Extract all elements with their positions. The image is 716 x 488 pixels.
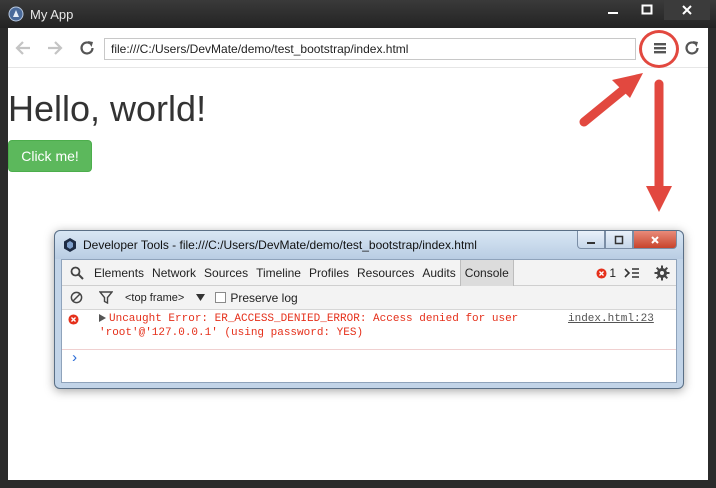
close-icon bbox=[651, 235, 659, 244]
console-prompt[interactable]: › bbox=[62, 350, 676, 370]
app-title: My App bbox=[30, 7, 74, 22]
tab-resources[interactable]: Resources bbox=[353, 260, 418, 286]
clear-icon bbox=[70, 291, 83, 304]
error-icon bbox=[596, 267, 607, 279]
devtools-title: Developer Tools - file:///C:/Users/DevMa… bbox=[83, 238, 477, 252]
frame-select[interactable]: <top frame> bbox=[125, 292, 184, 304]
forward-button[interactable] bbox=[44, 37, 66, 59]
error-text-line1: Uncaught Error: ER_ACCESS_DENIED_ERROR: … bbox=[109, 313, 519, 325]
console-error-message: Uncaught Error: ER_ACCESS_DENIED_ERROR: … bbox=[62, 310, 676, 350]
minimize-icon bbox=[608, 12, 618, 14]
maximize-icon bbox=[641, 4, 653, 15]
maximize-button[interactable] bbox=[630, 0, 664, 20]
page-heading: Hello, world! bbox=[8, 88, 207, 129]
highlight-circle bbox=[639, 30, 679, 68]
close-icon bbox=[682, 5, 692, 15]
tab-console[interactable]: Console bbox=[459, 259, 514, 286]
tab-network[interactable]: Network bbox=[148, 260, 200, 286]
click-me-button[interactable]: Click me! bbox=[8, 140, 92, 172]
reload-icon bbox=[685, 41, 699, 55]
reload-icon bbox=[80, 41, 94, 55]
tab-audits[interactable]: Audits bbox=[418, 260, 459, 286]
refresh-button[interactable] bbox=[681, 37, 703, 59]
search-icon bbox=[70, 266, 84, 280]
arrow-right-icon bbox=[48, 41, 63, 55]
minimize-icon bbox=[587, 241, 595, 244]
drawer-icon bbox=[624, 268, 639, 278]
devtools-tabbar-right: 1 bbox=[596, 260, 676, 286]
tab-elements[interactable]: Elements bbox=[90, 260, 148, 286]
browser-toolbar bbox=[8, 28, 708, 68]
devtools-window: Developer Tools - file:///C:/Users/DevMa… bbox=[54, 230, 684, 389]
devtools-maximize-button[interactable] bbox=[605, 231, 633, 249]
url-bar[interactable] bbox=[104, 38, 636, 60]
arrow-left-icon bbox=[15, 41, 30, 55]
app-window-controls bbox=[596, 0, 710, 20]
close-button[interactable] bbox=[664, 0, 710, 20]
devtools-body: Elements Network Sources Timeline Profil… bbox=[61, 259, 677, 383]
console-filterbar: <top frame> Preserve log bbox=[62, 286, 676, 310]
tab-sources[interactable]: Sources bbox=[200, 260, 252, 286]
devtools-logo-icon bbox=[64, 238, 76, 252]
error-text-line2: 'root'@'127.0.0.1' (using password: YES) bbox=[99, 327, 364, 339]
settings-button[interactable] bbox=[654, 265, 670, 281]
error-icon bbox=[68, 314, 79, 325]
reload-button[interactable] bbox=[76, 37, 98, 59]
tab-profiles[interactable]: Profiles bbox=[305, 260, 353, 286]
devtools-window-controls bbox=[577, 231, 677, 249]
devtools-titlebar[interactable]: Developer Tools - file:///C:/Users/DevMa… bbox=[55, 231, 683, 259]
devtools-tabbar: Elements Network Sources Timeline Profil… bbox=[62, 259, 676, 286]
inspect-button[interactable] bbox=[62, 260, 90, 286]
gear-icon bbox=[654, 265, 670, 281]
clear-console-button[interactable] bbox=[70, 291, 83, 304]
console-drawer-button[interactable] bbox=[624, 266, 640, 280]
filter-icon bbox=[99, 291, 113, 304]
devtools-minimize-button[interactable] bbox=[577, 231, 605, 249]
expand-triangle-icon[interactable] bbox=[99, 314, 106, 322]
minimize-button[interactable] bbox=[596, 0, 630, 20]
devtools-close-button[interactable] bbox=[633, 231, 677, 249]
prompt-chevron-icon: › bbox=[70, 350, 80, 367]
preserve-log-checkbox[interactable] bbox=[215, 292, 227, 303]
dropdown-arrow-icon[interactable] bbox=[196, 293, 206, 302]
filter-button[interactable] bbox=[99, 291, 113, 304]
maximize-icon bbox=[614, 235, 624, 244]
app-titlebar[interactable]: My App bbox=[0, 0, 716, 28]
error-source-link[interactable]: index.html:23 bbox=[568, 313, 654, 325]
error-count: 1 bbox=[609, 266, 616, 280]
preserve-log-label: Preserve log bbox=[230, 290, 298, 305]
app-logo-icon bbox=[8, 6, 24, 22]
error-counter[interactable]: 1 bbox=[596, 266, 616, 280]
back-button[interactable] bbox=[12, 37, 34, 59]
tab-timeline[interactable]: Timeline bbox=[252, 260, 305, 286]
